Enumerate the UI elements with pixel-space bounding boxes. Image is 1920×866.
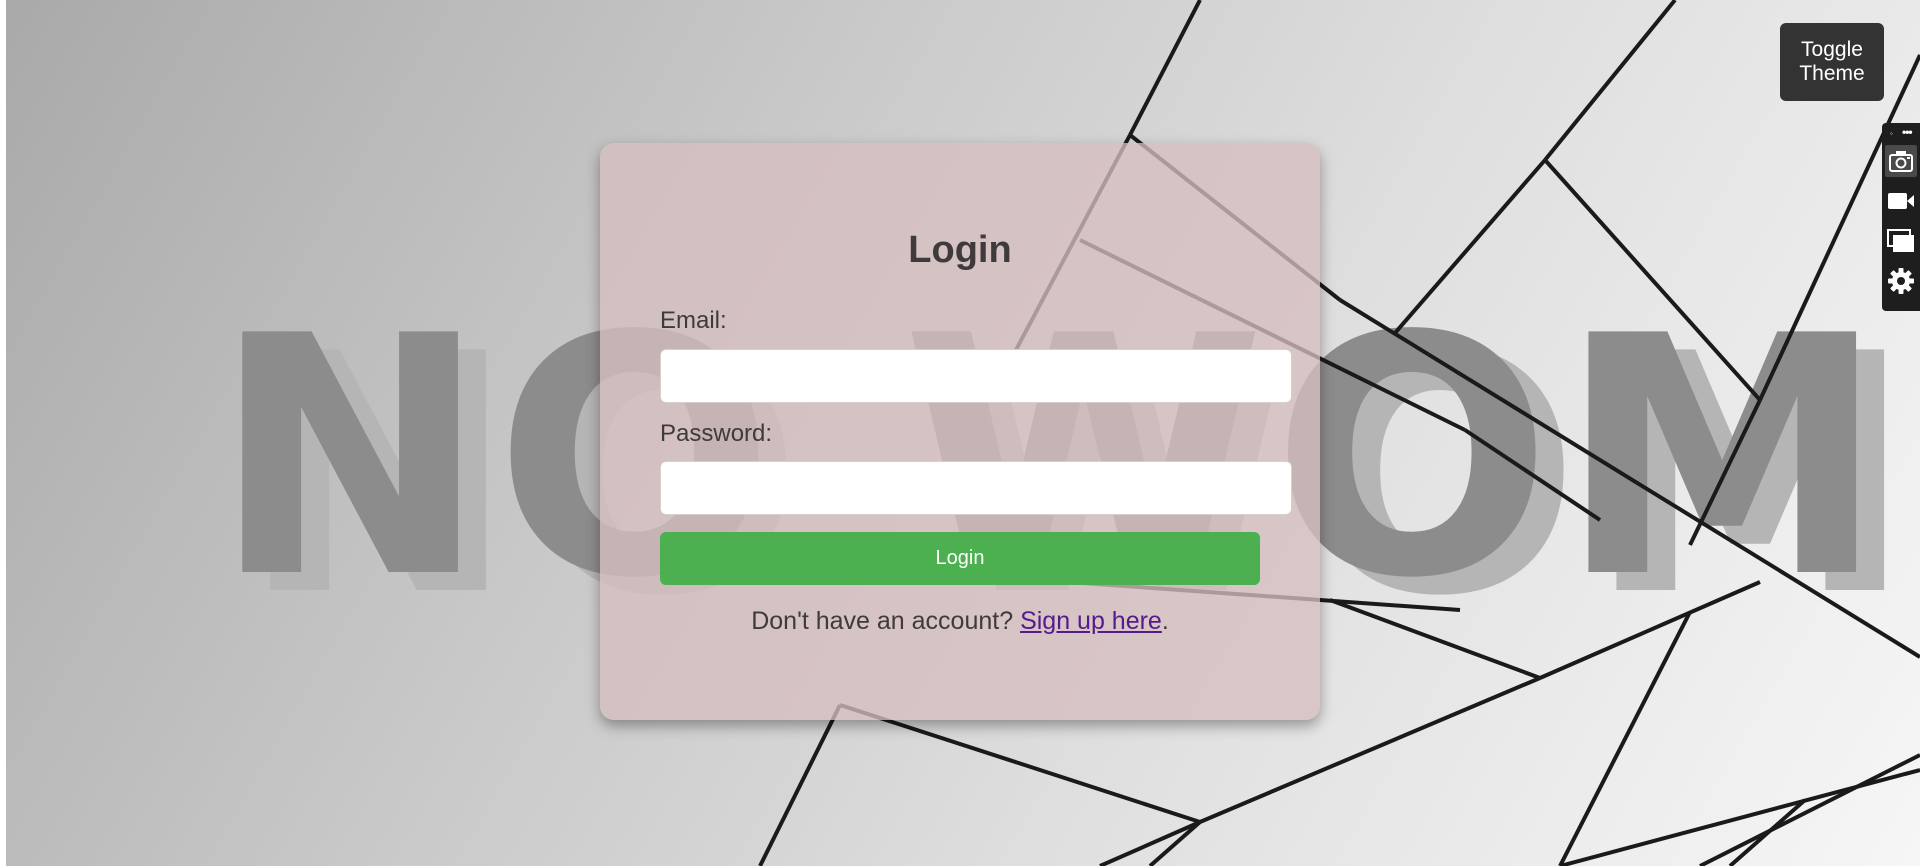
login-card: Login Email: Password: Login Don't have … bbox=[600, 143, 1320, 720]
login-title: Login bbox=[908, 229, 1012, 271]
camera-icon[interactable] bbox=[1885, 145, 1917, 177]
signup-link[interactable]: Sign up here bbox=[1020, 607, 1162, 635]
toggle-theme-button[interactable]: Toggle Theme bbox=[1780, 23, 1884, 101]
login-button[interactable]: Login bbox=[660, 532, 1260, 585]
password-label: Password: bbox=[660, 420, 773, 447]
video-camera-icon[interactable] bbox=[1885, 185, 1917, 217]
more-options-icon[interactable]: ••• bbox=[1902, 125, 1913, 139]
gear-icon[interactable] bbox=[1885, 265, 1917, 297]
password-field[interactable] bbox=[660, 461, 1292, 515]
signup-prompt-line: Don't have an account? Sign up here. bbox=[600, 607, 1320, 636]
toolbar-status-icon: ◦ bbox=[1890, 129, 1893, 138]
toolbar-handle[interactable]: ◦ ••• bbox=[1882, 125, 1920, 141]
email-label: Email: bbox=[660, 307, 727, 334]
signup-prompt-text: Don't have an account? bbox=[751, 607, 1014, 635]
screen-capture-toolbar: ◦ ••• bbox=[1882, 123, 1920, 311]
email-field[interactable] bbox=[660, 349, 1292, 403]
signup-suffix: . bbox=[1161, 607, 1169, 635]
windows-icon[interactable] bbox=[1885, 225, 1917, 257]
